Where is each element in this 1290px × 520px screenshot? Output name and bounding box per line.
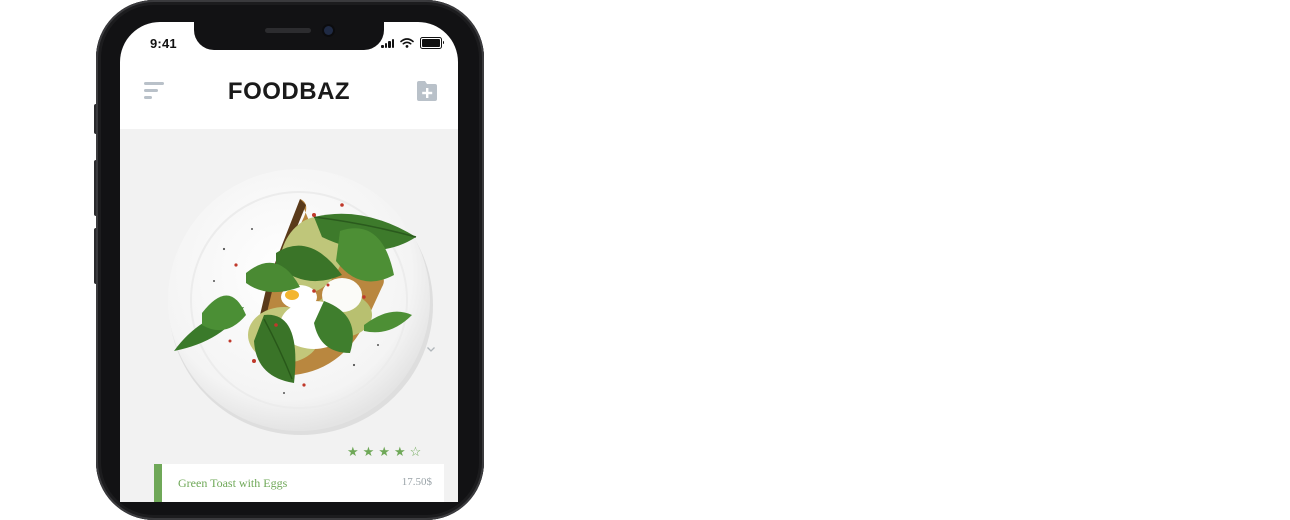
notch [194, 22, 384, 50]
add-note-icon[interactable] [416, 80, 438, 102]
camera [324, 26, 333, 35]
chevron-down-icon[interactable] [426, 344, 436, 354]
signal-icon [381, 38, 394, 48]
app-title: FOODBAZ [227, 78, 351, 105]
star-filled-icon: ★ [362, 444, 375, 459]
dish-price: 17.50$ [401, 476, 432, 488]
status-icons [381, 37, 444, 49]
phone-screen: 9:41 FOODBAZ ★ ★ ★ ★ ☆ Green Toast with … [120, 22, 458, 502]
wifi-icon [400, 38, 414, 48]
dish-card[interactable]: Green Toast with Eggs 17.50$ [154, 464, 444, 502]
star-empty-icon: ☆ [409, 444, 422, 459]
rating-stars[interactable]: ★ ★ ★ ★ ☆ [347, 445, 421, 458]
battery-icon [420, 37, 444, 49]
star-filled-icon: ★ [393, 444, 406, 459]
status-time: 9:41 [150, 36, 177, 51]
star-filled-icon: ★ [378, 444, 390, 459]
dish-image[interactable] [164, 165, 434, 435]
speaker [265, 28, 311, 33]
dish-detail: ★ ★ ★ ★ ☆ Green Toast with Eggs 17.50$ [120, 129, 458, 502]
star-filled-icon: ★ [347, 444, 359, 459]
app-header: FOODBAZ [120, 66, 458, 128]
